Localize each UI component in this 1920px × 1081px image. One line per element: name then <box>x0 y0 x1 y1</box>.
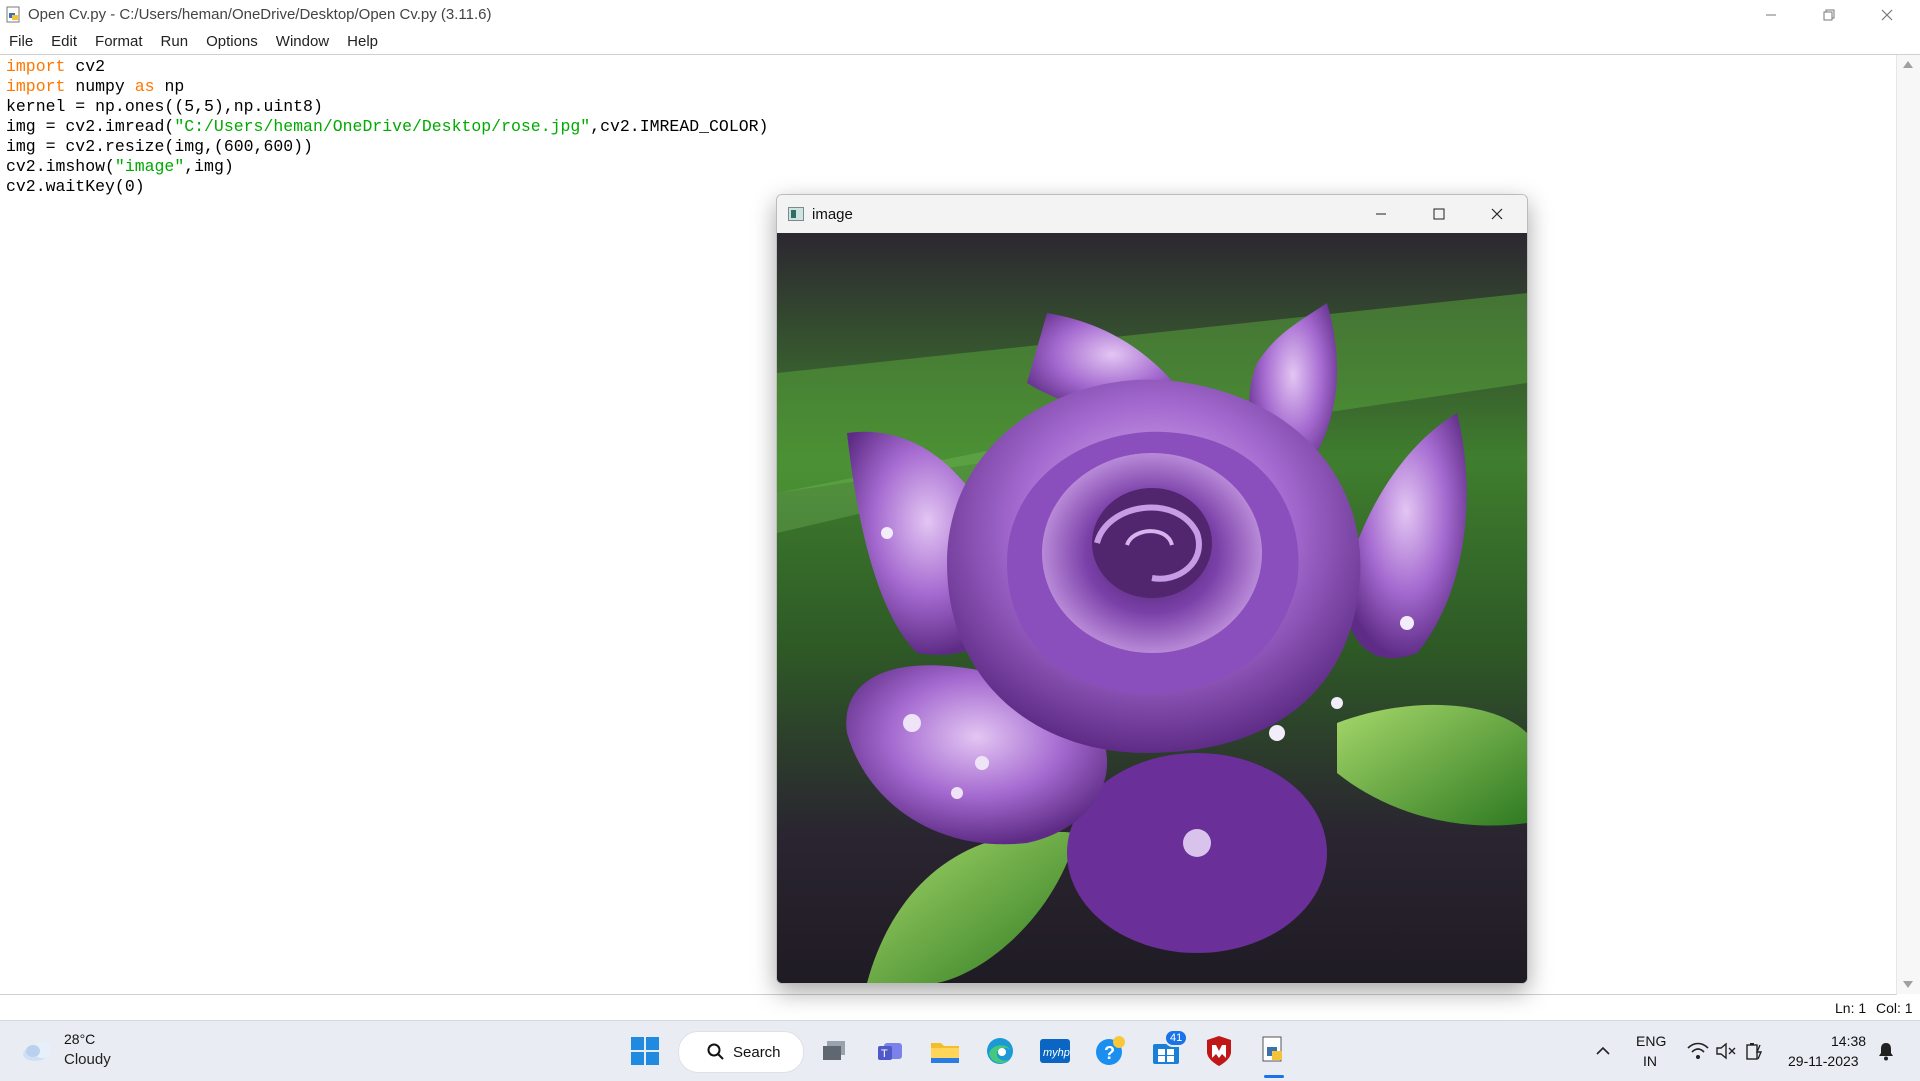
notification-bell-icon[interactable] <box>1868 1033 1904 1069</box>
minimize-icon <box>1766 14 1776 15</box>
maximize-icon <box>1433 208 1445 220</box>
column-number: Col: 1 <box>1876 1000 1913 1016</box>
code-token: "C:/Users/heman/OneDrive/Desktop/rose.jp… <box>174 117 591 136</box>
help-icon[interactable]: ? <box>1092 1033 1128 1069</box>
idle-icon[interactable] <box>1256 1033 1292 1069</box>
menu-help[interactable]: Help <box>338 33 387 50</box>
menu-window[interactable]: Window <box>267 33 338 50</box>
teams-icon[interactable]: T <box>872 1033 908 1069</box>
menu-bar: File Edit Format Run Options Window Help <box>0 29 1920 55</box>
menu-edit[interactable]: Edit <box>42 33 86 50</box>
close-icon <box>1881 9 1893 20</box>
taskbar: 28°C Cloudy Search T myhp ? 41 ENG IN 14… <box>0 1020 1920 1081</box>
close-icon <box>1491 208 1503 220</box>
battery-charging-icon[interactable] <box>1738 1033 1774 1069</box>
image-minimize-button[interactable] <box>1352 195 1410 233</box>
code-line: cv2.waitKey(0) <box>6 177 768 197</box>
file-explorer-icon[interactable] <box>927 1033 963 1069</box>
active-app-indicator <box>1264 1075 1284 1078</box>
rose-image <box>777 233 1527 983</box>
code-token: img = cv2.imread( <box>6 117 175 136</box>
image-window[interactable]: image <box>776 194 1528 984</box>
code-token: import <box>6 57 66 76</box>
code-line: img = cv2.imread("C:/Users/heman/OneDriv… <box>6 117 768 137</box>
myhp-icon[interactable]: myhp <box>1037 1033 1073 1069</box>
minimize-button[interactable] <box>1742 0 1800 29</box>
code-line: img = cv2.resize(img,(600,600)) <box>6 137 768 157</box>
code-token: img = cv2.resize(img,(600,600)) <box>6 137 313 156</box>
restore-button[interactable] <box>1800 0 1858 29</box>
minimize-icon <box>1376 213 1386 215</box>
region-indicator[interactable]: IN <box>1643 1053 1657 1069</box>
mcafee-icon[interactable] <box>1201 1033 1237 1069</box>
menu-run[interactable]: Run <box>152 33 198 50</box>
python-file-icon <box>6 6 20 22</box>
svg-text:myhp: myhp <box>1043 1047 1070 1059</box>
search-label: Search <box>733 1043 781 1061</box>
clock-time[interactable]: 14:38 <box>1831 1033 1866 1049</box>
menu-options[interactable]: Options <box>197 33 267 50</box>
menu-format[interactable]: Format <box>86 33 152 50</box>
idle-titlebar: Open Cv.py - C:/Users/heman/OneDrive/Des… <box>0 0 1920 29</box>
code-token: ,cv2.IMREAD_COLOR) <box>590 117 769 136</box>
image-window-title: image <box>812 205 853 223</box>
weather-condition[interactable]: Cloudy <box>64 1051 111 1068</box>
restore-icon <box>1823 9 1835 20</box>
code-token: cv2 <box>65 57 106 76</box>
store-badge: 41 <box>1164 1029 1189 1047</box>
task-view-icon[interactable] <box>817 1033 853 1069</box>
code-token: "image" <box>114 157 185 176</box>
opencv-window-icon <box>788 207 804 221</box>
status-bar: Ln: 1 Col: 1 <box>0 995 1920 1019</box>
close-button[interactable] <box>1858 0 1916 29</box>
code-token: import <box>6 77 66 96</box>
code-token: as <box>134 77 155 96</box>
code-token: cv2.waitKey(0) <box>6 177 145 196</box>
clock-date[interactable]: 29-11-2023 <box>1788 1053 1859 1069</box>
taskbar-search[interactable]: Search <box>678 1031 804 1073</box>
code-line: import cv2 <box>6 57 768 77</box>
code-line: kernel = np.ones((5,5),np.uint8) <box>6 97 768 117</box>
weather-temperature[interactable]: 28°C <box>64 1031 95 1047</box>
code-token: kernel = np.ones((5,5),np.uint8) <box>6 97 323 116</box>
menu-file[interactable]: File <box>0 33 42 50</box>
code-token: cv2.imshow( <box>6 157 115 176</box>
scroll-down-icon[interactable] <box>1903 981 1913 988</box>
start-icon[interactable] <box>627 1033 663 1069</box>
rose-illustration <box>777 233 1527 983</box>
code-line: import numpy as np <box>6 77 768 97</box>
image-maximize-button[interactable] <box>1410 195 1468 233</box>
scroll-up-icon[interactable] <box>1903 61 1913 68</box>
line-number: Ln: 1 <box>1835 1000 1867 1016</box>
code-line: cv2.imshow("image",img) <box>6 157 768 177</box>
search-icon <box>707 1043 724 1060</box>
code-token: numpy <box>65 77 135 96</box>
code-text: import cv2 import numpy as np kernel = np.… <box>6 57 768 197</box>
window-title: Open Cv.py - C:/Users/heman/OneDrive/Des… <box>28 6 492 23</box>
image-close-button[interactable] <box>1468 195 1526 233</box>
svg-text:T: T <box>881 1048 888 1060</box>
chevron-up-icon[interactable] <box>1585 1033 1621 1069</box>
code-token: ,img) <box>184 157 234 176</box>
edge-icon[interactable] <box>982 1033 1018 1069</box>
language-indicator[interactable]: ENG <box>1636 1033 1666 1049</box>
svg-text:?: ? <box>1104 1043 1115 1063</box>
weather-cloud-icon[interactable] <box>20 1033 56 1069</box>
code-token: np <box>154 77 185 96</box>
vertical-scrollbar[interactable] <box>1897 55 1920 994</box>
